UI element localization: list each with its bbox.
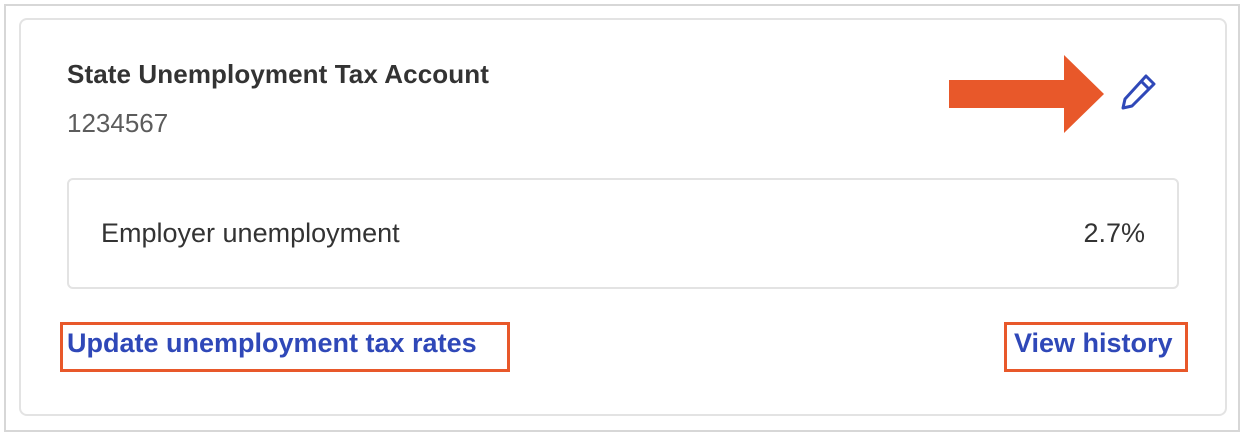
card-title: State Unemployment Tax Account bbox=[67, 59, 489, 89]
rate-row: Employer unemployment 2.7% bbox=[67, 178, 1179, 289]
right-arrow-icon bbox=[949, 55, 1104, 133]
edit-button[interactable] bbox=[1112, 66, 1166, 116]
pencil-icon bbox=[1121, 74, 1156, 110]
account-number: 1234567 bbox=[67, 108, 169, 138]
rate-value: 2.7% bbox=[1083, 218, 1145, 248]
update-tax-rates-link[interactable]: Update unemployment tax rates bbox=[67, 328, 477, 359]
rate-label: Employer unemployment bbox=[101, 218, 400, 248]
view-history-link[interactable]: View history bbox=[1014, 328, 1173, 359]
